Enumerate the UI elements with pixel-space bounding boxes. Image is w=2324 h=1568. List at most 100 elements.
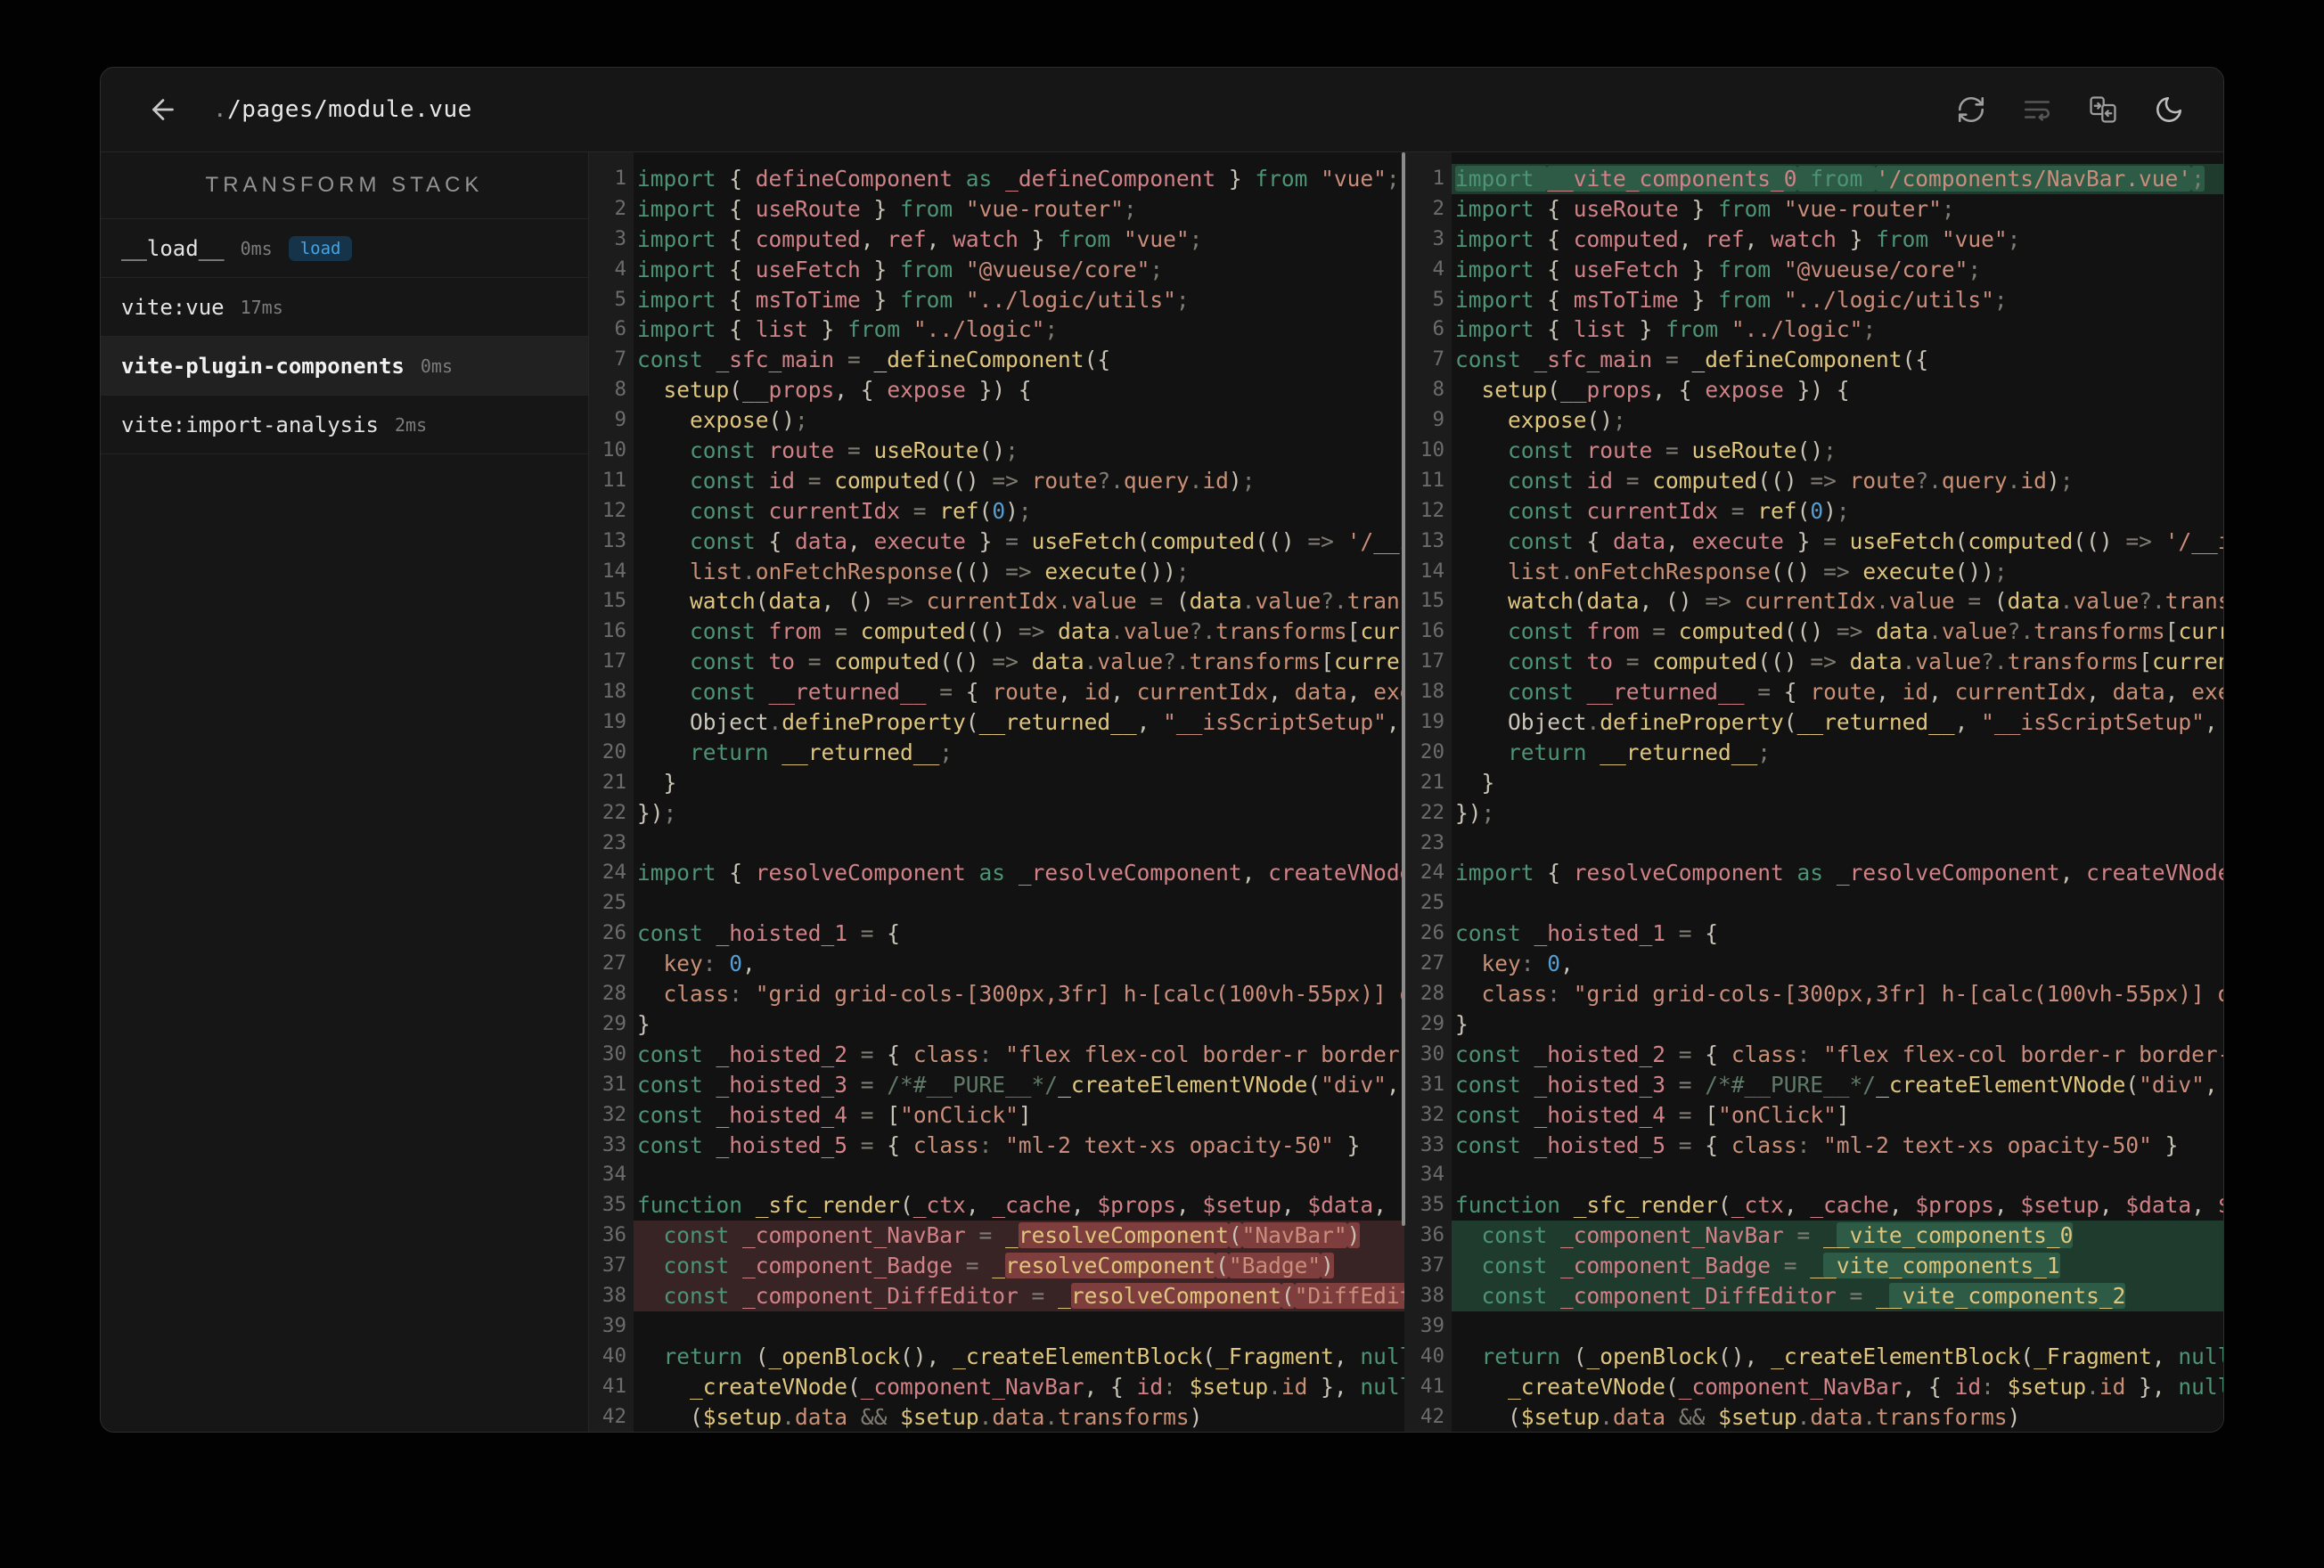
line-number: 2 bbox=[1432, 196, 1444, 220]
code-after[interactable]: import __vite_components_0 from '/compon… bbox=[1452, 152, 2223, 1432]
code-token: ; bbox=[1241, 467, 1256, 494]
line-number: 26 bbox=[601, 921, 626, 945]
line-number: 40 bbox=[601, 1343, 626, 1368]
line-number: 23 bbox=[601, 830, 626, 854]
code-token: const bbox=[1455, 527, 1587, 554]
code-token: computed bbox=[1150, 527, 1256, 554]
code-token: = bbox=[965, 1222, 1006, 1249]
code-token: "flex flex-col border-r border-main" bbox=[1005, 1041, 1404, 1067]
code-token: () bbox=[1796, 437, 1824, 464]
code-token: _component_Badge bbox=[742, 1253, 953, 1279]
code-token: _component_NavBar bbox=[1678, 1373, 1903, 1400]
line-number: 36 bbox=[601, 1223, 626, 1247]
code-token: from bbox=[1058, 225, 1124, 252]
code-token: . bbox=[1586, 709, 1600, 736]
code-token: , bbox=[860, 225, 888, 252]
code-token: "DiffEditor" bbox=[1294, 1282, 1404, 1309]
code-token: /*#__PURE__*/ bbox=[887, 1071, 1059, 1098]
code-token: = bbox=[834, 437, 874, 464]
code-token: const bbox=[1455, 1253, 1561, 1279]
code-token: = bbox=[847, 1071, 888, 1098]
code-token: ( bbox=[847, 1373, 861, 1400]
code-token: id bbox=[1281, 1373, 1308, 1400]
code-token: Object bbox=[1455, 709, 1587, 736]
sidebar-item-vite-import-analysis[interactable]: vite:import-analysis 2ms bbox=[101, 396, 588, 454]
code-token: Object bbox=[637, 709, 769, 736]
left-panel-scrollbar[interactable] bbox=[1402, 152, 1405, 1226]
code-token: , bbox=[2086, 679, 2113, 706]
refresh-button[interactable] bbox=[1956, 94, 1986, 125]
code-token: data bbox=[768, 588, 822, 615]
code-token: , bbox=[847, 527, 874, 554]
code-line: class: "grid grid-cols-[300px,3fr] h-[ca… bbox=[634, 979, 1405, 1009]
code-token: = bbox=[1665, 1041, 1706, 1067]
code-token: { bbox=[1547, 256, 1574, 282]
code-token: $setup bbox=[702, 1403, 782, 1430]
code-line: const _component_NavBar = __vite_compone… bbox=[1452, 1221, 2223, 1252]
code-token: _hoisted_2 bbox=[1534, 1041, 1666, 1067]
code-line: const _sfc_main = _defineComponent({ bbox=[634, 345, 1404, 375]
code-token: ; bbox=[1613, 407, 1626, 434]
code-token: => bbox=[887, 588, 927, 615]
code-token: : bbox=[1163, 1373, 1190, 1400]
code-token: . bbox=[1928, 618, 1942, 645]
code-token: defineComponent bbox=[755, 166, 953, 192]
code-line: const _component_DiffEditor = __vite_com… bbox=[1452, 1280, 2223, 1311]
code-token: expose bbox=[887, 377, 966, 404]
code-token: query bbox=[1941, 467, 2008, 494]
code-token: transforms bbox=[2007, 649, 2140, 675]
code-before[interactable]: import { defineComponent as _defineCompo… bbox=[634, 152, 1404, 1432]
code-token: $setup bbox=[1718, 1403, 1797, 1430]
code-token: = bbox=[1639, 618, 1679, 645]
line-wrap-toggle[interactable] bbox=[2022, 94, 2052, 125]
code-token: class bbox=[637, 981, 730, 1008]
code-token: => bbox=[992, 467, 1032, 494]
code-token: const bbox=[637, 1071, 716, 1098]
sidebar-item-vite-vue[interactable]: vite:vue 17ms bbox=[101, 278, 588, 337]
code-token: from bbox=[1718, 256, 1784, 282]
code-token: class bbox=[1731, 1041, 1797, 1067]
code-token: ( bbox=[1202, 1343, 1216, 1369]
code-token: _cache bbox=[1810, 1192, 1889, 1219]
code-token: ) bbox=[1228, 467, 1242, 494]
code-token: => bbox=[992, 649, 1032, 675]
refresh-icon bbox=[1958, 96, 1984, 123]
code-token: ( bbox=[978, 497, 993, 524]
code-token: , bbox=[1954, 709, 1982, 736]
code-token: data bbox=[1613, 527, 1666, 554]
code-line: } bbox=[634, 1009, 1404, 1040]
code-token: import bbox=[1455, 225, 1548, 252]
code-token: $setup bbox=[2007, 1373, 2087, 1400]
code-token: const bbox=[637, 1131, 716, 1158]
code-token: ({ bbox=[1084, 347, 1111, 373]
code-token: [ bbox=[887, 1101, 901, 1128]
code-token: ( bbox=[1954, 527, 1968, 554]
code-token: "../logic/utils" bbox=[1783, 286, 1994, 313]
line-number: 37 bbox=[1420, 1254, 1444, 1278]
code-token: 0 bbox=[1810, 497, 1824, 524]
code-line: import { resolveComponent as _resolveCom… bbox=[1452, 858, 2223, 888]
line-number: 26 bbox=[1420, 921, 1444, 945]
line-number: 3 bbox=[1432, 226, 1444, 250]
line-number: 5 bbox=[614, 287, 626, 311]
sidebar-item-vite-plugin-components[interactable]: vite-plugin-components 0ms bbox=[101, 337, 588, 396]
code-token: ; bbox=[1150, 256, 1164, 282]
code-token: , bbox=[1928, 679, 1955, 706]
code-token: } bbox=[1783, 527, 1824, 554]
code-token: = bbox=[1954, 588, 1994, 615]
line-number: 35 bbox=[1420, 1193, 1444, 1217]
dark-mode-toggle[interactable] bbox=[2154, 94, 2184, 125]
code-token: id bbox=[1954, 1373, 1982, 1400]
transform-stack-sidebar: TRANSFORM STACK __load__ 0ms load vite:vue 1… bbox=[101, 152, 589, 1432]
diff-view-toggle[interactable] bbox=[2088, 94, 2118, 125]
code-token: _ bbox=[992, 1253, 1006, 1279]
code-line: _createVNode(_component_NavBar, { id: $s… bbox=[1452, 1372, 2223, 1402]
code-token: execute bbox=[873, 527, 966, 554]
back-button[interactable] bbox=[147, 94, 179, 126]
code-token: _hoisted_1 bbox=[1534, 920, 1666, 947]
sidebar-item--load-[interactable]: __load__ 0ms load bbox=[101, 219, 588, 278]
code-token: __returned__ bbox=[978, 709, 1137, 736]
code-token: _createVNode bbox=[1455, 1373, 1666, 1400]
line-number: 4 bbox=[1432, 257, 1444, 281]
code-token: useFetch bbox=[1573, 256, 1679, 282]
